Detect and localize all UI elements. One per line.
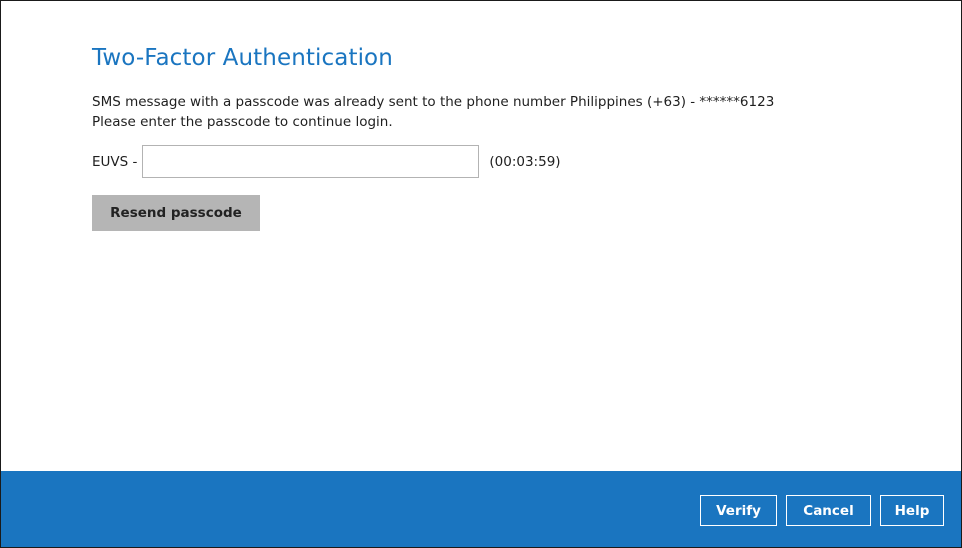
cancel-button[interactable]: Cancel (786, 495, 871, 526)
resend-passcode-button[interactable]: Resend passcode (92, 195, 260, 231)
footer-buttons: Verify Cancel Help (700, 495, 944, 526)
passcode-input[interactable] (142, 145, 480, 178)
instruction-text: SMS message with a passcode was already … (92, 92, 941, 132)
dialog-title: Two-Factor Authentication (92, 45, 393, 71)
verify-button[interactable]: Verify (700, 495, 777, 526)
dialog-footer: Verify Cancel Help (1, 471, 961, 547)
passcode-row: EUVS - (00:03:59) (92, 145, 561, 178)
passcode-prefix: EUVS - (92, 153, 138, 170)
countdown-timer: (00:03:59) (489, 153, 561, 170)
dialog-content: Two-Factor Authentication SMS message wi… (92, 41, 941, 231)
sms-sent-message: SMS message with a passcode was already … (92, 94, 775, 110)
two-factor-dialog: Two-Factor Authentication SMS message wi… (0, 0, 962, 548)
enter-passcode-message: Please enter the passcode to continue lo… (92, 114, 393, 130)
help-button[interactable]: Help (880, 495, 944, 526)
